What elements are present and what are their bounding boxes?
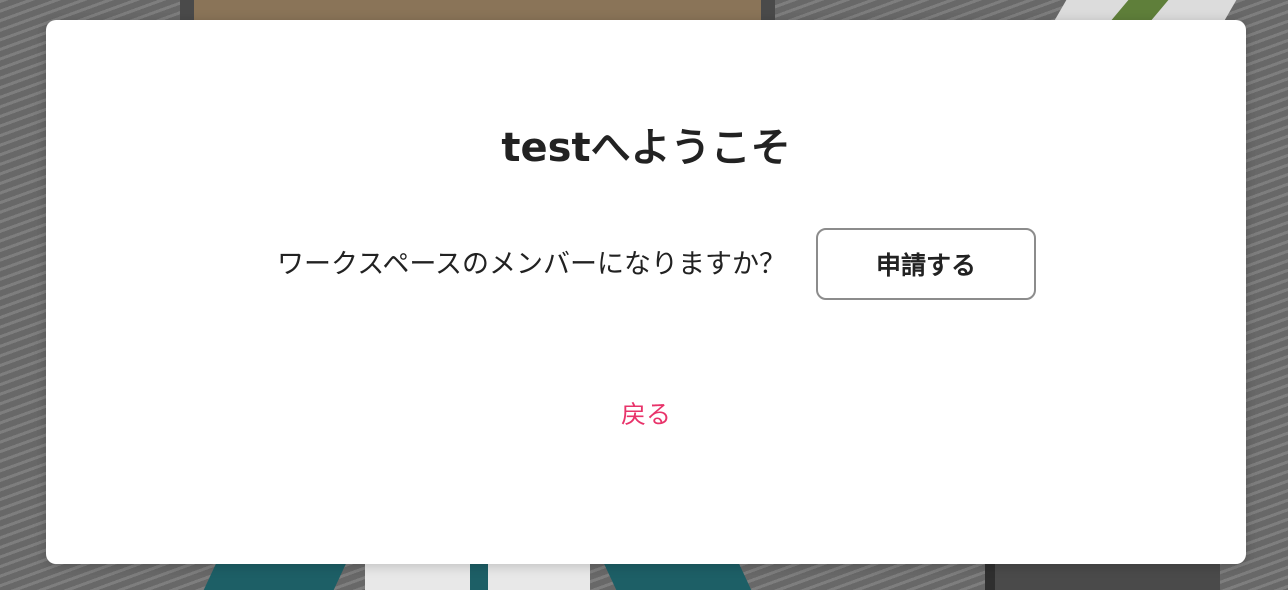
background-image-teal-strip — [470, 563, 488, 590]
background-image-teal-object-2 — [603, 563, 752, 590]
welcome-dialog: testへようこそ ワークスペースのメンバーになりますか？ 申請する 戻る — [46, 20, 1246, 564]
background-image-teal-object — [203, 563, 347, 590]
background-image-wood — [180, 0, 775, 22]
apply-button[interactable]: 申請する — [816, 228, 1036, 300]
background-image-dark-object — [985, 563, 1220, 590]
dialog-title: testへようこそ — [501, 125, 791, 171]
back-link[interactable]: 戻る — [46, 398, 1246, 432]
membership-question: ワークスペースのメンバーになりますか？ — [277, 249, 786, 280]
